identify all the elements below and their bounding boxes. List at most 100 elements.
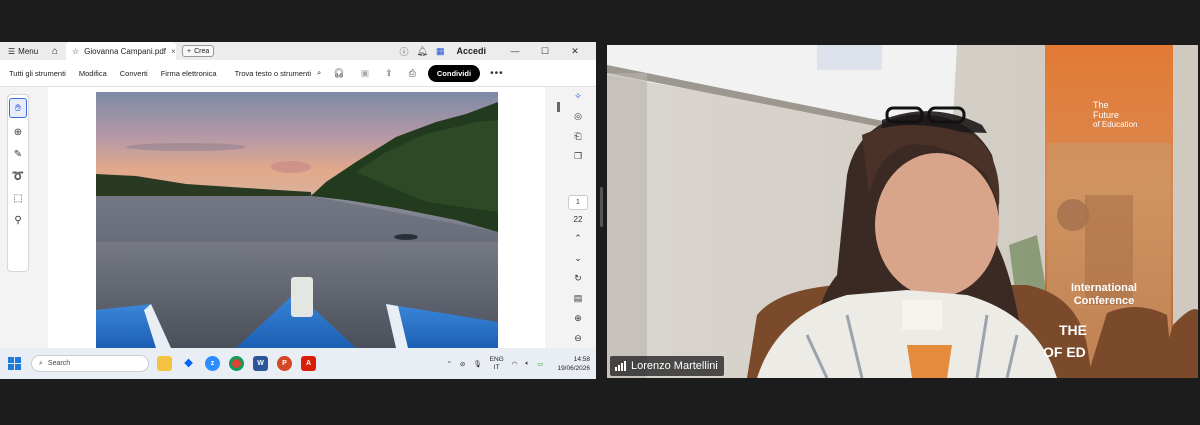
maximize-icon[interactable]: ☐ bbox=[534, 46, 556, 57]
river-sunset-image bbox=[96, 92, 498, 348]
microphone-icon[interactable]: 🎙︎ bbox=[473, 360, 481, 368]
zoom-icon[interactable]: z bbox=[205, 356, 220, 371]
find-tool[interactable]: Trova testo o strumenti ⌕ bbox=[235, 68, 322, 78]
meeting-stage: ☰ Menu ⌂ ☆ Giovanna Campani.pdf × + Crea… bbox=[0, 0, 1200, 425]
banner-bottom-text: THE bbox=[1059, 322, 1087, 338]
minimize-icon[interactable]: — bbox=[504, 46, 526, 56]
stamp-icon[interactable]: ⚲ bbox=[8, 209, 28, 231]
language-indicator[interactable]: ENG IT bbox=[490, 356, 504, 372]
chevron-up-icon[interactable]: ⌃ bbox=[446, 360, 451, 368]
toolbar-all-tools[interactable]: Tutti gli strumenti bbox=[0, 69, 70, 78]
tab-title: Giovanna Campani.pdf bbox=[84, 46, 166, 56]
menu-label: Menu bbox=[18, 46, 39, 56]
participant-name: Lorenzo Martellini bbox=[631, 360, 718, 372]
title-bar: ☰ Menu ⌂ ☆ Giovanna Campani.pdf × + Crea… bbox=[0, 42, 596, 60]
pdf-page bbox=[48, 87, 545, 348]
lang-code: ENG bbox=[489, 355, 504, 363]
file-explorer-icon[interactable] bbox=[157, 356, 172, 371]
title-bar-actions: ⓘ 🔔︎ ▦ Accedi — ☐ ✕ bbox=[400, 45, 596, 58]
document-scrollbar[interactable] bbox=[557, 102, 560, 112]
right-tool-rail: ✧ ◎ ⎗ ❐ 1 22 ⌃ ⌄ ↻ ▤ ⊕ ⊖ bbox=[565, 87, 591, 348]
upload-icon[interactable]: ⇪ bbox=[385, 68, 393, 79]
select-hand-icon[interactable]: ✋︎ bbox=[9, 98, 27, 118]
wifi-icon[interactable]: ◠ bbox=[512, 360, 518, 368]
toolbar-esign[interactable]: Firma elettronica bbox=[152, 69, 221, 78]
menu-button[interactable]: ☰ Menu bbox=[0, 47, 44, 56]
speaker-video-frame bbox=[607, 45, 1198, 378]
apps-grid-icon[interactable]: ▦ bbox=[436, 46, 445, 57]
close-tab-icon[interactable]: × bbox=[171, 47, 176, 56]
comments-panel-icon[interactable]: ◎ bbox=[574, 107, 582, 127]
acrobat-icon[interactable]: A bbox=[301, 356, 316, 371]
close-window-icon[interactable]: ✕ bbox=[564, 46, 586, 57]
toolbar-convert[interactable]: Converti bbox=[111, 69, 152, 78]
read-aloud-icon[interactable]: 🎧︎ bbox=[333, 68, 344, 79]
star-icon[interactable]: ☆ bbox=[72, 47, 79, 56]
battery-icon[interactable]: ▭ bbox=[537, 360, 543, 368]
lasso-icon[interactable]: ➰ bbox=[8, 165, 28, 187]
home-icon[interactable]: ⌂ bbox=[44, 46, 66, 57]
page-extract-icon[interactable]: ▤ bbox=[574, 288, 583, 308]
text-recognize-icon[interactable]: ⬚ bbox=[8, 187, 28, 209]
windows-start-icon[interactable] bbox=[8, 357, 21, 370]
save-icon[interactable]: ▣ bbox=[361, 68, 370, 79]
clock-time: 14:58 bbox=[573, 355, 590, 363]
powerpoint-icon[interactable]: P bbox=[277, 356, 292, 371]
scroll-down-icon[interactable]: ⌄ bbox=[574, 249, 582, 269]
left-tool-rail: ✋︎ ⊕ ✎ ➰ ⬚ ⚲ bbox=[7, 94, 29, 272]
toolbar-edit[interactable]: Modifica bbox=[70, 69, 111, 78]
taskbar-search[interactable]: ⌕ Search bbox=[31, 355, 149, 372]
zoom-out-icon[interactable]: ⊖ bbox=[574, 328, 582, 348]
region-code: IT bbox=[493, 363, 500, 371]
share-button[interactable]: Condividi bbox=[427, 64, 481, 82]
participant-video: The Future of Education International Co… bbox=[607, 45, 1198, 378]
pages-icon[interactable]: ❐ bbox=[574, 147, 582, 167]
search-placeholder: Search bbox=[47, 360, 71, 367]
chrome-icon[interactable] bbox=[229, 356, 244, 371]
help-icon[interactable]: ⓘ bbox=[400, 45, 409, 58]
split-resize-handle[interactable] bbox=[600, 187, 603, 227]
draw-icon[interactable]: ✎ bbox=[8, 143, 28, 165]
document-tab[interactable]: ☆ Giovanna Campani.pdf × bbox=[66, 42, 176, 60]
search-icon: ⌕ bbox=[39, 359, 43, 367]
new-tab-label: Crea bbox=[194, 47, 210, 55]
hamburger-icon: ☰ bbox=[8, 46, 16, 56]
conference-banner-title: The Future of Education bbox=[1093, 100, 1153, 130]
network-off-icon[interactable]: ⊘ bbox=[460, 360, 465, 368]
new-tab-button[interactable]: + Crea bbox=[182, 45, 215, 57]
banner-line-3: of Education bbox=[1093, 120, 1138, 129]
page-total: 22 bbox=[573, 214, 583, 224]
windows-taskbar: ⌕ Search ❖ z W P A ⌃ ⊘ 🎙︎ ENG IT ◠ 🔈︎ ▭ … bbox=[0, 348, 596, 379]
ai-assistant-icon[interactable]: ✧ bbox=[574, 87, 582, 107]
river-photo bbox=[96, 92, 498, 348]
word-icon[interactable]: W bbox=[253, 356, 268, 371]
sign-in-button[interactable]: Accedi bbox=[456, 46, 486, 56]
scroll-up-icon[interactable]: ⌃ bbox=[574, 229, 582, 249]
rotate-icon[interactable]: ↻ bbox=[574, 268, 582, 288]
dropbox-icon[interactable]: ❖ bbox=[181, 356, 196, 371]
find-label: Trova testo o strumenti bbox=[234, 68, 311, 78]
banner-bottom-text-2: OF ED bbox=[1043, 344, 1086, 360]
zoom-in-icon[interactable]: ⊕ bbox=[574, 308, 582, 328]
print-icon[interactable]: ⎙ bbox=[409, 68, 416, 79]
system-tray: ⌃ ⊘ 🎙︎ ENG IT ◠ 🔈︎ ▭ 14:58 19/06/2026 bbox=[446, 355, 596, 373]
banner-line-1: The bbox=[1093, 100, 1109, 110]
conference-label: International Conference bbox=[1070, 282, 1137, 307]
page-number-input[interactable]: 1 bbox=[568, 194, 588, 210]
more-options-icon[interactable]: ••• bbox=[490, 68, 504, 79]
main-toolbar: Tutti gli strumenti Modifica Converti Fi… bbox=[0, 60, 596, 87]
participant-name-tag: Lorenzo Martellini bbox=[610, 356, 724, 376]
banner-line-2: Future bbox=[1093, 110, 1120, 120]
pinned-apps: ❖ z W P A bbox=[157, 356, 316, 371]
clock-date: 19/06/2026 bbox=[557, 364, 590, 372]
search-icon: ⌕ bbox=[316, 68, 322, 77]
signal-strength-icon bbox=[615, 361, 626, 371]
bookmark-icon[interactable]: ⎗ bbox=[574, 127, 581, 147]
clock[interactable]: 14:58 19/06/2026 bbox=[557, 355, 590, 373]
bell-icon[interactable]: 🔔︎ bbox=[417, 46, 428, 57]
comment-icon[interactable]: ⊕ bbox=[8, 121, 28, 143]
shared-screen: ☰ Menu ⌂ ☆ Giovanna Campani.pdf × + Crea… bbox=[0, 42, 596, 379]
volume-icon[interactable]: 🔈︎ bbox=[525, 360, 529, 368]
toolbar-icons: 🎧︎ ▣ ⇪ ⎙ bbox=[333, 68, 416, 79]
plus-icon: + bbox=[187, 47, 192, 55]
